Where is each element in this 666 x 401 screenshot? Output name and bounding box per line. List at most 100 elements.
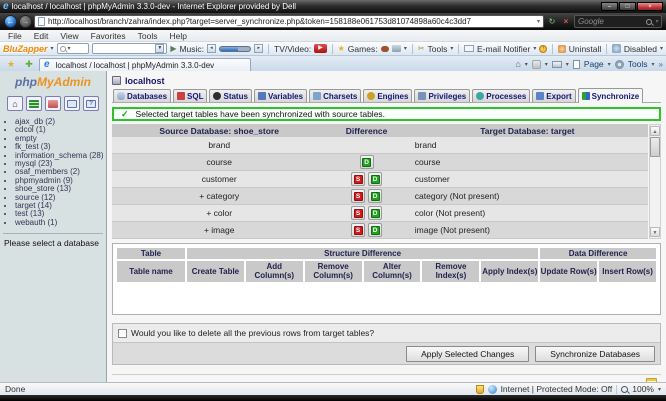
sql-window-icon[interactable] [26, 96, 42, 111]
overflow-chevron-icon[interactable]: » [659, 60, 663, 69]
addon-combo-dropdown-icon[interactable]: ▼ [155, 44, 164, 53]
home-nav-icon[interactable]: ⌂ [7, 96, 23, 111]
databases-icon [117, 92, 125, 100]
tab-privileges[interactable]: Privileges [414, 89, 470, 102]
play-icon[interactable]: ▶ [170, 44, 176, 53]
refresh-button[interactable]: ↻ [546, 15, 558, 28]
games-dropdown-icon[interactable]: ▾ [404, 45, 407, 52]
logout-icon[interactable] [45, 96, 61, 111]
data-diff-button[interactable]: D [368, 206, 382, 220]
search-magnifier-icon[interactable] [646, 19, 652, 25]
addon-tools-label[interactable]: Tools [427, 44, 447, 54]
addon-search-box[interactable]: ▾ [57, 43, 90, 54]
minimize-button[interactable]: – [601, 2, 618, 11]
tab-status[interactable]: Status [209, 89, 251, 102]
query-window-icon[interactable] [64, 96, 80, 111]
addon-combo-box[interactable]: ▼ [92, 43, 167, 54]
structure-diff-button[interactable]: S [351, 172, 365, 186]
zoom-magnifier-icon[interactable] [621, 386, 628, 393]
uninstall-label[interactable]: Uninstall [569, 44, 602, 54]
back-button[interactable]: ← [4, 15, 17, 28]
page-menu-label[interactable]: Page [584, 59, 604, 69]
disabled-label[interactable]: Disabled [624, 44, 657, 54]
processes-icon [476, 92, 484, 100]
apply-selected-changes-button[interactable]: Apply Selected Changes [406, 346, 529, 362]
disabled-dropdown-icon[interactable]: ▾ [660, 45, 663, 52]
data-diff-button[interactable]: D [368, 223, 382, 237]
tab-databases[interactable]: Databases [113, 89, 171, 102]
zoom-dropdown-icon[interactable]: ▾ [658, 386, 661, 393]
addon-tools-dropdown-icon[interactable]: ▾ [450, 45, 453, 52]
menu-view[interactable]: View [54, 31, 84, 41]
structure-diff-button[interactable]: S [351, 189, 365, 203]
tab-sql[interactable]: SQL [173, 89, 207, 102]
menu-edit[interactable]: Edit [28, 31, 55, 41]
menu-favorites[interactable]: Favorites [85, 31, 132, 41]
feeds-icon[interactable] [532, 60, 541, 69]
email-notifier-label[interactable]: E-mail Notifier [477, 44, 530, 54]
youtube-icon[interactable]: ▶ [314, 44, 326, 53]
structure-column-header: Add Column(s) [246, 261, 303, 281]
sync-table-row: + imageSDimage (Not present) [112, 222, 648, 239]
phpmyadmin-logo[interactable]: phpMyAdmin [0, 76, 106, 89]
sync-table-row: + colorSDcolor (Not present) [112, 205, 648, 222]
scrollbar-thumb[interactable] [650, 137, 660, 157]
addon-toolbar: BluZapper ▾ ▾ ▼ ▶ Music: ◂ ▸ TV/Video: ▶… [0, 42, 666, 56]
zoom-level[interactable]: 100% [632, 384, 654, 394]
structure-diff-button[interactable]: S [351, 206, 365, 220]
tools-menu-label[interactable]: Tools [628, 59, 648, 69]
volume-up-button[interactable]: ▸ [254, 44, 263, 53]
tab-charsets[interactable]: Charsets [309, 89, 361, 102]
delete-rows-checkbox[interactable] [118, 329, 127, 338]
docs-icon[interactable]: ? [83, 96, 99, 111]
maximize-button[interactable]: □ [619, 2, 636, 11]
structure-diff-button[interactable]: S [351, 223, 365, 237]
status-icon [213, 92, 221, 100]
address-input[interactable]: http://localhost/branch/zahra/index.php?… [34, 15, 544, 28]
tab-processes[interactable]: Processes [472, 89, 530, 102]
database-item[interactable]: webauth (1) [15, 219, 106, 227]
close-button[interactable]: × [637, 2, 663, 11]
addon-brand-dropdown-icon[interactable]: ▾ [51, 45, 54, 52]
scroll-down-icon[interactable]: ▼ [650, 227, 660, 237]
page-menu-icon[interactable] [573, 60, 580, 69]
print-icon[interactable] [552, 61, 562, 68]
menu-help[interactable]: Help [163, 31, 192, 41]
title-bar: e localhost / localhost | phpMyAdmin 3.3… [0, 0, 666, 13]
tab-variables[interactable]: Variables [254, 89, 307, 102]
tab-synchronize[interactable]: Synchronize [578, 88, 644, 103]
tools-wrench-icon: ✂ [418, 44, 425, 53]
add-favorite-icon[interactable]: ✚ [21, 58, 37, 70]
data-diff-button[interactable]: D [368, 189, 382, 203]
source-table-name: customer [112, 174, 326, 184]
volume-down-button[interactable]: ◂ [207, 44, 216, 53]
tab-export[interactable]: Export [532, 89, 575, 102]
menu-file[interactable]: File [2, 31, 28, 41]
menu-tools[interactable]: Tools [132, 31, 164, 41]
search-dropdown-icon[interactable]: ▾ [655, 18, 658, 25]
sync-table-scrollbar[interactable]: ▲ ▼ [649, 124, 661, 239]
structure-diff-table: Table Structure Difference Data Differen… [115, 246, 658, 284]
scroll-up-icon[interactable]: ▲ [650, 126, 660, 136]
synchronize-databases-button[interactable]: Synchronize Databases [535, 346, 655, 362]
search-input[interactable]: Google ▾ [574, 15, 662, 28]
new-window-icon[interactable] [646, 378, 657, 382]
email-dropdown-icon[interactable]: ▾ [533, 45, 536, 52]
browser-tab[interactable]: e localhost / localhost | phpMyAdmin 3.3… [39, 58, 251, 71]
sync-table-row: brandbrand [112, 137, 648, 154]
forward-button[interactable]: → [19, 15, 32, 28]
address-dropdown-icon[interactable]: ▾ [537, 18, 540, 25]
tools-gear-icon[interactable] [615, 60, 624, 69]
difference-cell: SD [326, 189, 406, 203]
favorites-tab-row: ★ ✚ e localhost / localhost | phpMyAdmin… [0, 56, 666, 71]
home-icon[interactable]: ⌂ [515, 60, 520, 69]
volume-slider[interactable] [219, 46, 252, 52]
game-icon-2[interactable] [392, 45, 401, 52]
data-diff-button[interactable]: D [360, 155, 374, 169]
data-diff-button[interactable]: D [368, 172, 382, 186]
game-icon-1[interactable] [381, 46, 390, 52]
stop-button[interactable]: × [560, 15, 572, 28]
favorites-star-icon[interactable]: ★ [3, 58, 19, 70]
structure-diff-box: Table Structure Difference Data Differen… [112, 243, 661, 315]
tab-engines[interactable]: Engines [363, 89, 412, 102]
